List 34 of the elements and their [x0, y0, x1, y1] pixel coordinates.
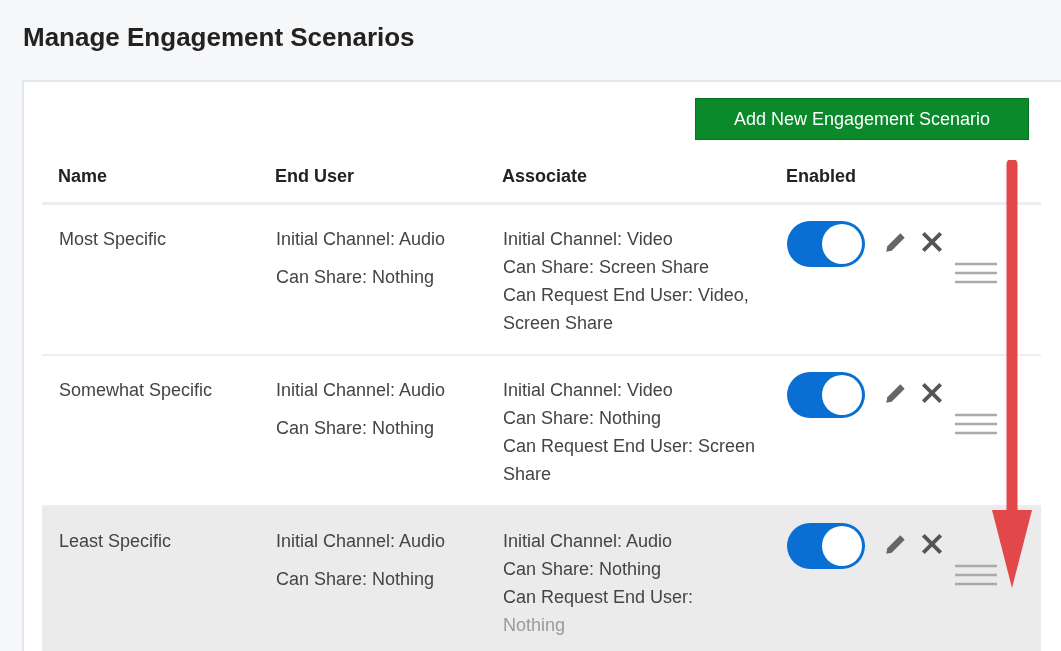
table-cell-text: Initial Channel: Video — [503, 228, 674, 251]
table-cell-text: Initial Channel: Audio — [276, 530, 447, 553]
column-header: Associate — [502, 166, 589, 187]
table-cell-text: Can Share: Screen Share — [503, 256, 711, 279]
table-cell-text: Can Request End User: Screen Share — [503, 435, 757, 486]
close-icon[interactable] — [919, 531, 945, 557]
close-icon[interactable] — [919, 380, 945, 406]
enabled-toggle[interactable] — [787, 523, 865, 569]
scenario-name: Least Specific — [59, 531, 172, 551]
table-cell-text: Can Share: Nothing — [276, 266, 436, 289]
add-scenario-button[interactable]: Add New Engagement Scenario — [695, 98, 1029, 140]
scenario-name: Most Specific — [59, 229, 167, 249]
page-title: Manage Engagement Scenarios — [23, 22, 416, 53]
table-cell-text: Initial Channel: Audio — [276, 379, 447, 402]
drag-handle-icon[interactable] — [955, 261, 997, 285]
table-cell-text: Initial Channel: Video — [503, 379, 674, 402]
table-cell-text: Can Request End User: — [503, 586, 695, 609]
enabled-toggle[interactable] — [787, 221, 865, 267]
table-cell-text: Can Share: Nothing — [503, 558, 663, 581]
column-header: End User — [275, 166, 356, 187]
column-header: Enabled — [786, 166, 857, 187]
close-icon[interactable] — [919, 229, 945, 255]
table-cell-text: Can Request End User: Video, Screen Share — [503, 284, 750, 335]
drag-handle-icon[interactable] — [955, 563, 997, 587]
table-cell-text: Can Share: Nothing — [503, 407, 663, 430]
table-cell-text: Nothing — [503, 614, 567, 637]
table-cell-text: Initial Channel: Audio — [503, 530, 674, 553]
enabled-toggle[interactable] — [787, 372, 865, 418]
scenario-name: Somewhat Specific — [59, 380, 213, 400]
table-cell-text: Can Share: Nothing — [276, 417, 436, 440]
table-cell-text: Can Share: Nothing — [276, 568, 436, 591]
table-cell-text: Initial Channel: Audio — [276, 228, 447, 251]
column-header: Name — [58, 166, 109, 187]
drag-handle-icon[interactable] — [955, 412, 997, 436]
